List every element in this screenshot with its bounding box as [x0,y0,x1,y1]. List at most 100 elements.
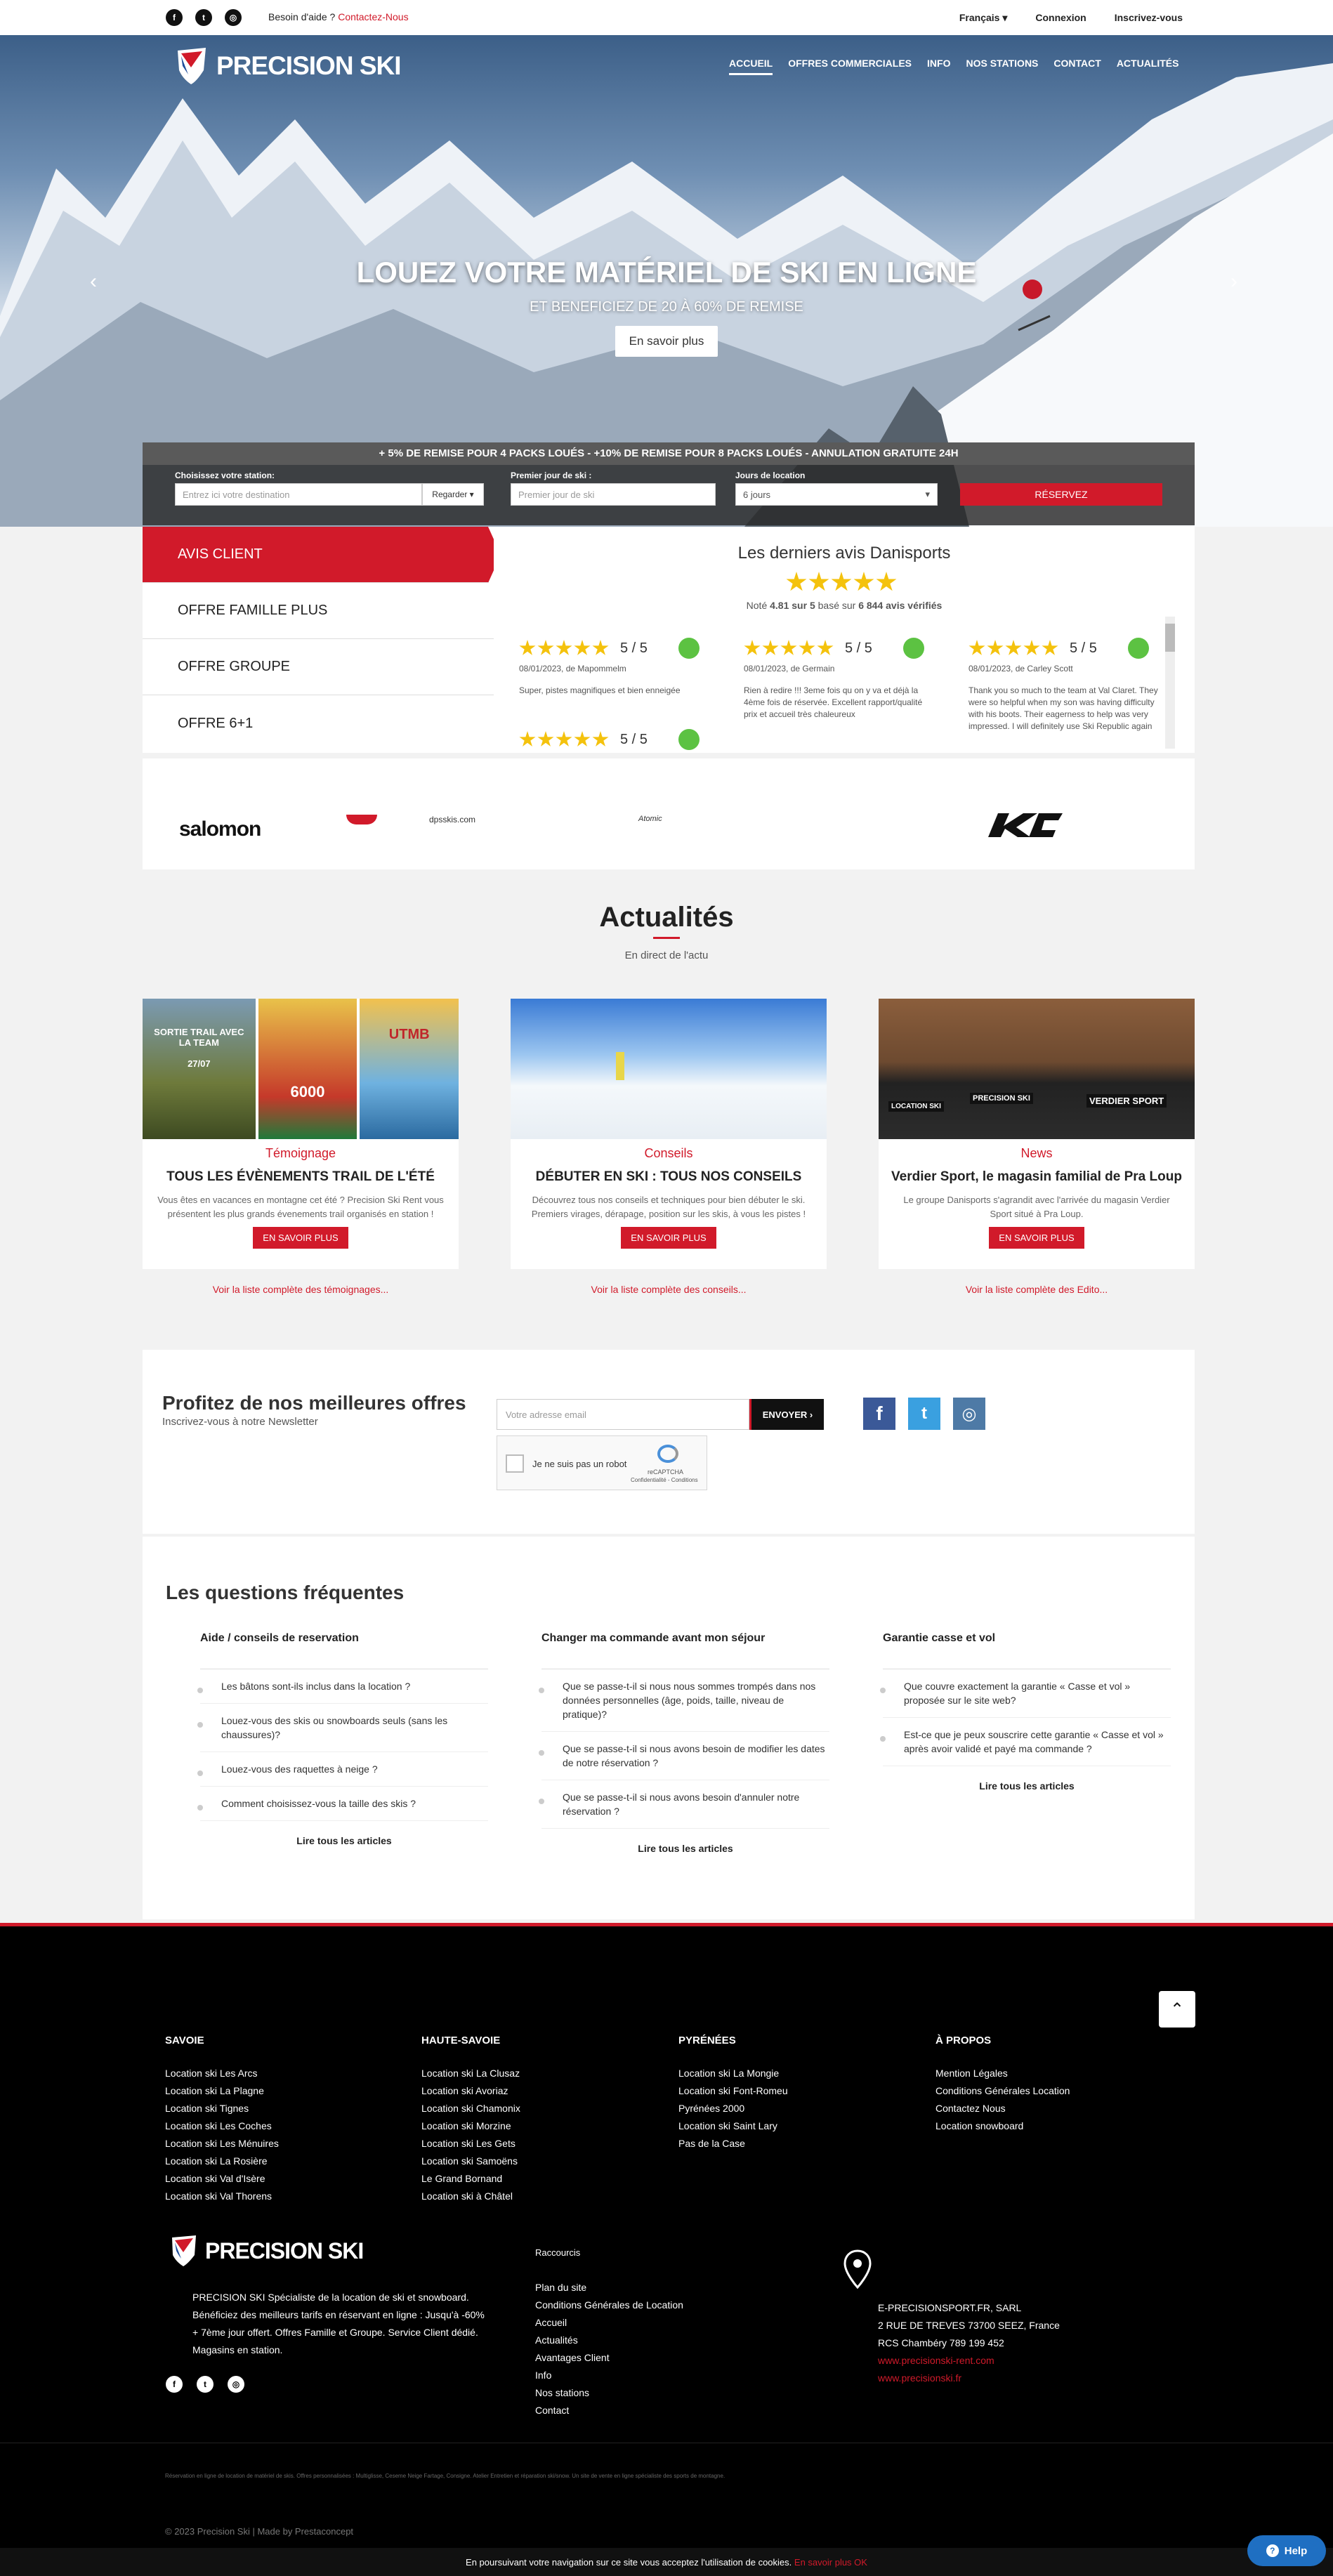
faq-item[interactable]: Comment choisissez-vous la taille des sk… [197,1787,488,1821]
tab-avis-client[interactable]: AVIS CLIENT [143,527,501,583]
nav-actualites[interactable]: ACTUALITÉS [1117,58,1179,75]
captcha-terms[interactable]: Confidentialité - Conditions [631,1477,698,1483]
footer-link[interactable]: Location ski Chamonix [421,2100,653,2117]
brand-k2-logo[interactable] [988,813,1063,837]
footer-link[interactable]: Pyrénées 2000 [678,2100,910,2117]
brand-dps[interactable]: dpsskis.com [429,815,475,824]
back-to-top-icon[interactable]: ⌃ [1159,1991,1195,2028]
faq-item[interactable]: Que couvre exactement la garantie « Cass… [880,1669,1171,1718]
shortcut-link[interactable]: Contact [535,2402,683,2419]
instagram-icon[interactable]: ◎ [225,9,242,26]
reviews-scrollbar[interactable] [1165,617,1175,749]
faq-item[interactable]: Louez-vous des raquettes à neige ? [197,1752,488,1787]
faq-item[interactable]: Est-ce que je peux souscrire cette garan… [880,1718,1171,1766]
captcha-checkbox[interactable] [506,1454,524,1473]
brand-atomic[interactable]: Atomic [638,815,662,823]
twitter-icon[interactable]: t [908,1398,940,1430]
card-more-button[interactable]: EN SAVOIR PLUS [989,1227,1084,1249]
browse-button[interactable]: Regarder ▾ [422,483,484,506]
shortcut-link[interactable]: Info [535,2367,683,2384]
shortcut-link[interactable]: Accueil [535,2314,683,2332]
footer-link[interactable]: Location ski Avoriaz [421,2082,653,2100]
footer-link[interactable]: Location ski La Rosière [165,2153,397,2170]
login-link[interactable]: Connexion [1035,12,1086,23]
brand-red-logo[interactable] [346,815,377,824]
footer-link[interactable]: Location ski La Plagne [165,2082,397,2100]
nav-accueil[interactable]: ACCUEIL [729,58,773,75]
shortcut-link[interactable]: Avantages Client [535,2349,683,2367]
faq-more-link[interactable]: Lire tous les articles [541,1843,829,1854]
facebook-icon[interactable]: f [166,2376,183,2393]
days-select[interactable]: 6 jours ▾ [735,483,938,506]
faq-more-link[interactable]: Lire tous les articles [200,1835,488,1846]
faq-item[interactable]: Que se passe-t-il si nous avons besoin d… [539,1732,829,1780]
footer-link[interactable]: Location ski Font-Romeu [678,2082,910,2100]
news-card[interactable]: SORTIE TRAIL AVEC LA TEAM 27/07 6000 UTMB… [143,999,459,1269]
shortcut-link[interactable]: Actualités [535,2332,683,2349]
footer-link[interactable]: Location ski La Clusaz [421,2065,653,2082]
footer-logo[interactable]: PRECISION SKI [170,2234,364,2268]
footer-link[interactable]: Mention Légales [935,2065,1167,2082]
footer-link[interactable]: Location ski Val d'Isère [165,2170,397,2188]
footer-link[interactable]: Location ski Morzine [421,2117,653,2135]
twitter-icon[interactable]: t [195,9,212,26]
instagram-icon[interactable]: ◎ [953,1398,985,1430]
newsletter-submit-button[interactable]: ENVOYER › [749,1399,824,1430]
newsletter-email-input[interactable]: Votre adresse email [497,1399,749,1430]
facebook-icon[interactable]: f [166,9,183,26]
facebook-icon[interactable]: f [863,1398,895,1430]
nav-stations[interactable]: NOS STATIONS [966,58,1038,75]
footer-link[interactable]: Location ski Tignes [165,2100,397,2117]
site-logo[interactable]: PRECISION SKI [176,46,401,86]
hero-more-button[interactable]: En savoir plus [615,326,718,357]
more-testimonials-link[interactable]: Voir la liste complète des témoignages..… [143,1284,459,1295]
more-edito-link[interactable]: Voir la liste complète des Edito... [879,1284,1195,1295]
cookie-accept-link[interactable]: En savoir plus OK [794,2557,867,2568]
footer-link[interactable]: Location ski Saint Lary [678,2117,910,2135]
footer-link[interactable]: Location snowboard [935,2117,1167,2135]
faq-more-link[interactable]: Lire tous les articles [883,1780,1171,1792]
footer-link[interactable]: Contactez Nous [935,2100,1167,2117]
footer-link[interactable]: Location ski Val Thorens [165,2188,397,2205]
tab-groupe[interactable]: OFFRE GROUPE [143,639,494,695]
shortcut-link[interactable]: Plan du site [535,2279,683,2296]
footer-link[interactable]: Location ski Les Coches [165,2117,397,2135]
instagram-icon[interactable]: ◎ [228,2376,244,2393]
footer-link[interactable]: Pas de la Case [678,2135,910,2153]
footer-link[interactable]: Location ski La Mongie [678,2065,910,2082]
news-card[interactable]: LOCATION SKI PRECISION SKI VERDIER SPORT… [879,999,1195,1269]
nav-offres[interactable]: OFFRES COMMERCIALES [788,58,912,75]
card-more-button[interactable]: EN SAVOIR PLUS [253,1227,348,1249]
nav-contact[interactable]: CONTACT [1053,58,1101,75]
register-link[interactable]: Inscrivez-vous [1115,12,1183,23]
more-advice-link[interactable]: Voir la liste complète des conseils... [511,1284,827,1295]
footer-link[interactable]: Location ski à Châtel [421,2188,653,2205]
tab-6-plus-1[interactable]: OFFRE 6+1 [143,695,494,751]
news-card[interactable]: Conseils DÉBUTER EN SKI : TOUS NOS CONSE… [511,999,827,1269]
website-link[interactable]: www.precisionski.fr [878,2370,1060,2387]
footer-link[interactable]: Location ski Les Ménuires [165,2135,397,2153]
footer-link[interactable]: Conditions Générales Location [935,2082,1167,2100]
faq-item[interactable]: Les bâtons sont-ils inclus dans la locat… [197,1669,488,1704]
date-input[interactable]: Premier jour de ski [511,483,716,506]
station-input[interactable]: Entrez ici votre destination [175,483,422,506]
footer-link[interactable]: Location ski Samoëns [421,2153,653,2170]
faq-item[interactable]: Que se passe-t-il si nous nous sommes tr… [539,1669,829,1732]
contact-link[interactable]: Contactez-Nous [338,11,408,22]
help-button[interactable]: ? Help [1247,2535,1326,2566]
website-link[interactable]: www.precisionski-rent.com [878,2352,1060,2370]
card-more-button[interactable]: EN SAVOIR PLUS [621,1227,716,1249]
nav-info[interactable]: INFO [927,58,950,75]
language-select[interactable]: Français ▾ [959,12,1008,24]
footer-link[interactable]: Le Grand Bornand [421,2170,653,2188]
footer-link[interactable]: Location ski Les Gets [421,2135,653,2153]
twitter-icon[interactable]: t [197,2376,214,2393]
tab-famille-plus[interactable]: OFFRE FAMILLE PLUS [143,583,494,639]
faq-item[interactable]: Que se passe-t-il si nous avons besoin d… [539,1780,829,1829]
shortcut-link[interactable]: Nos stations [535,2384,683,2402]
faq-item[interactable]: Louez-vous des skis ou snowboards seuls … [197,1704,488,1752]
footer-link[interactable]: Location ski Les Arcs [165,2065,397,2082]
brand-salomon[interactable]: salomon [179,817,261,841]
shortcut-link[interactable]: Conditions Générales de Location [535,2296,683,2314]
reserve-button[interactable]: RÉSERVEZ [960,483,1162,506]
